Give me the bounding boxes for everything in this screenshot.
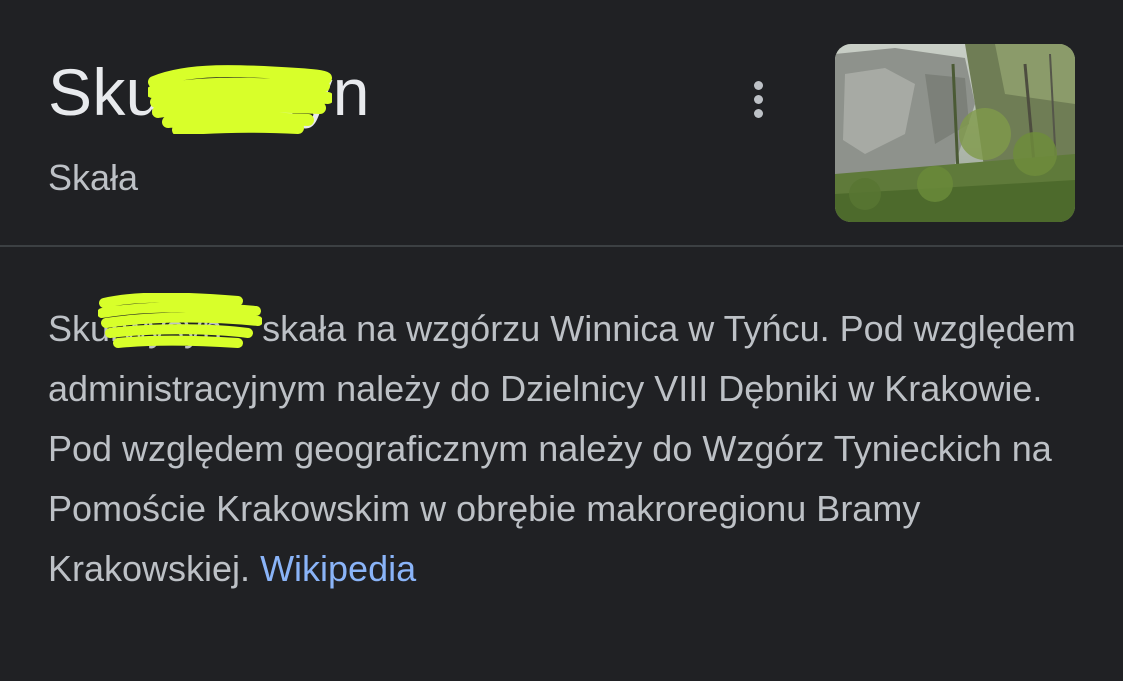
entity-title-text: Skurwysyn bbox=[48, 55, 370, 129]
more-vert-icon-dot bbox=[753, 108, 763, 118]
more-vert-icon bbox=[753, 80, 763, 90]
entity-title: Skurwysyn bbox=[48, 52, 370, 134]
more-options-button[interactable] bbox=[734, 70, 782, 128]
header-divider bbox=[0, 245, 1123, 247]
panel-header: Skurwysyn Skała bbox=[0, 0, 1123, 246]
title-wrap: Skurwysyn bbox=[48, 52, 370, 134]
wikipedia-source-link[interactable]: Wikipedia bbox=[260, 548, 416, 589]
entity-thumbnail-image[interactable] bbox=[835, 44, 1075, 222]
more-vert-icon-dot bbox=[753, 94, 763, 104]
entity-description: Skurwysyn – skała na wzgórzu Winnica w T… bbox=[48, 293, 1088, 599]
description-entity-name: Skurwysyn bbox=[48, 293, 262, 359]
description-entity-name-text: Skurwysyn bbox=[48, 308, 223, 349]
entity-subtitle: Skała bbox=[48, 157, 139, 198]
knowledge-panel-card: Skurwysyn Skała Skurwysyn – skała na wzg… bbox=[0, 0, 1123, 681]
thumbnail-photo-illustration bbox=[835, 44, 1075, 222]
